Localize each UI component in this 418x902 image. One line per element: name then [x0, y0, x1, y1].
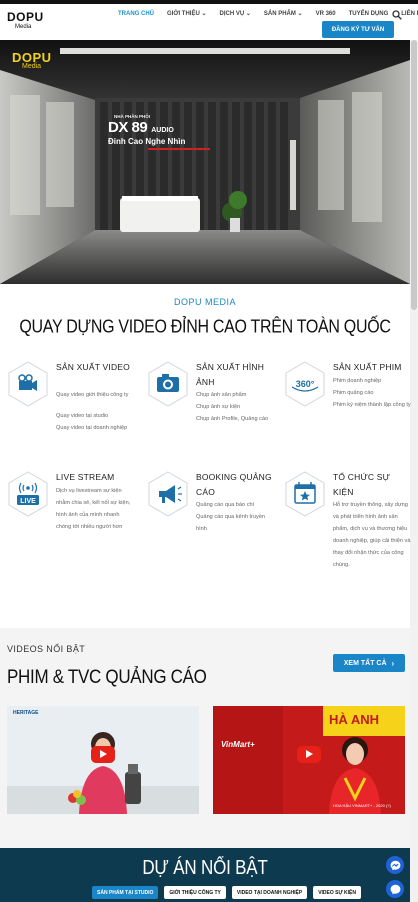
logo-main: DOPU — [7, 10, 44, 24]
nav-vr360[interactable]: VR 360 — [316, 8, 336, 22]
sign-underline — [148, 148, 210, 150]
service-event-organization[interactable]: TỔ CHỨC SỰ KIỆN Hỗ trợ truyền thông, xây… — [283, 470, 413, 590]
360-icon: 360° — [285, 361, 325, 407]
service-title: SẢN XUẤT HÌNH ẢNH — [196, 362, 265, 387]
service-desc-line: Hỗ trợ truyền thông, xây dựng và phát tr… — [333, 502, 411, 568]
service-desc-line: Chụp ảnh sản phẩm — [196, 392, 247, 398]
videos-title: PHIM & TVC QUẢNG CÁO — [7, 666, 207, 688]
svg-text:360°: 360° — [296, 379, 315, 389]
sign-brand-suffix: AUDIO — [151, 127, 174, 134]
play-button-icon[interactable] — [297, 746, 321, 763]
videos-eyebrow: VIDEOS NỔI BẬT — [7, 644, 86, 654]
play-button-icon[interactable] — [91, 746, 115, 763]
messenger-button[interactable] — [386, 856, 404, 874]
ha-anh-logo: HÀ ANH — [329, 712, 380, 727]
service-desc-line: Phim ký niệm thành lập công ty — [333, 402, 411, 408]
see-all-label: XEM TẤT CẢ — [343, 659, 387, 667]
logo-sub: Media — [15, 24, 32, 30]
service-desc-line: Quảng cáo qua kênh truyền hình — [196, 514, 266, 532]
nav-home[interactable]: TRANG CHỦ — [118, 8, 154, 22]
site-header: DOPU Media TRANG CHỦ GIỚI THIỆU ⌄ DỊCH V… — [0, 4, 418, 40]
calendar-star-icon — [285, 471, 325, 517]
hero-logo: DOPU Media — [12, 50, 52, 70]
nav-about[interactable]: GIỚI THIỆU ⌄ — [167, 8, 206, 22]
service-desc-line: Dịch vụ livestream sự kiện nhằm chia sẻ,… — [56, 488, 131, 530]
service-desc-line: Chụp ảnh sự kiện — [196, 404, 241, 410]
search-icon[interactable] — [392, 10, 402, 20]
service-ad-booking[interactable]: BOOKING QUẢNG CÁO Quảng cáo qua báo chí … — [146, 470, 276, 570]
hero-image — [0, 40, 410, 284]
service-title: TỔ CHỨC SỰ KIỆN — [333, 472, 391, 497]
service-desc-line: Phim doanh nghiệp — [333, 378, 382, 384]
service-title: LIVE STREAM — [56, 472, 115, 482]
service-title: SẢN XUẤT PHIM — [333, 362, 402, 372]
tab-event-video[interactable]: VIDEO SỰ KIỆN — [313, 886, 361, 899]
video-card-vinmart[interactable]: VinMart+ HÀ ANH HOA HẬU VINMART+ - 2020 … — [213, 706, 405, 814]
service-photo-production[interactable]: SẢN XUẤT HÌNH ẢNH Chụp ảnh sản phẩm Chụp… — [146, 360, 276, 450]
tab-enterprise-video[interactable]: VIDEO TẠI DOANH NGHIỆP — [231, 886, 308, 899]
video-camera-icon — [8, 361, 48, 407]
service-title: BOOKING QUẢNG CÁO — [196, 472, 272, 497]
service-video-production[interactable]: SẢN XUẤT VIDEO Quay video giới thiệu côn… — [6, 360, 136, 450]
service-film-production[interactable]: 360° SẢN XUẤT PHIM Phim doanh nghiệp Phi… — [283, 360, 413, 450]
live-icon: LIVE — [8, 471, 48, 517]
see-all-button[interactable]: XEM TẤT CẢ › — [333, 654, 405, 672]
hero-sign: NHÀ PHÂN PHỐI DX 89 AUDIO Đỉnh Cao Nghe … — [108, 114, 228, 150]
nav-careers[interactable]: TUYỂN DỤNG — [349, 8, 389, 22]
tab-studio-products[interactable]: SẢN PHẨM TẠI STUDIO — [92, 886, 159, 899]
projects-title: DỰ ÁN NỔI BẬT — [142, 856, 268, 879]
services-title: QUAY DỰNG VIDEO ĐỈNH CAO TRÊN TOÀN QUỐC — [19, 317, 391, 338]
main-nav: TRANG CHỦ GIỚI THIỆU ⌄ DỊCH VỤ ⌄ SẢN PHẨ… — [118, 8, 418, 22]
service-desc-line: Quay video tại doanh nghiệp — [56, 425, 128, 431]
svg-text:LIVE: LIVE — [20, 498, 36, 505]
vinmart-logo: VinMart+ — [221, 740, 255, 749]
site-logo[interactable]: DOPU Media — [7, 10, 49, 36]
service-title: SẢN XUẤT VIDEO — [56, 362, 130, 372]
nav-services[interactable]: DỊCH VỤ ⌄ — [219, 8, 250, 22]
consult-register-button[interactable]: ĐĂNG KÝ TƯ VẤN — [322, 21, 394, 38]
sign-brand: DX 89 — [108, 119, 148, 136]
chat-button[interactable] — [386, 880, 404, 898]
video-caption: HOA HẬU VINMART+ - 2020 (?) — [333, 803, 391, 808]
video-card-heritage[interactable]: HERITAGE — [7, 706, 199, 814]
heritage-logo: HERITAGE — [13, 710, 39, 716]
projects-tabs: SẢN PHẨM TẠI STUDIO GIỚI THIỆU CÔNG TY V… — [92, 886, 367, 899]
nav-products[interactable]: SẢN PHẨM ⌄ — [264, 8, 303, 22]
hero-banner: DOPU Media NHÀ PHÂN PHỐI DX 89 AUDIO Đỉn… — [0, 40, 410, 284]
service-desc-line: Phim quảng cáo — [333, 390, 374, 396]
chat-icon — [390, 884, 400, 894]
megaphone-icon — [148, 471, 188, 517]
nav-contact[interactable]: LIÊN HỆ — [401, 8, 418, 22]
messenger-icon — [390, 860, 400, 870]
service-live-stream[interactable]: LIVE LIVE STREAM Dịch vụ livestream sự k… — [6, 470, 136, 570]
scrollbar-thumb[interactable] — [411, 40, 417, 310]
service-desc-line: Quay video tại studio — [56, 413, 109, 419]
service-desc-line: Chụp ảnh Profile, Quảng cáo — [196, 416, 269, 422]
photo-camera-icon — [148, 361, 188, 407]
chevron-right-icon: › — [391, 658, 395, 668]
services-eyebrow: DOPU MEDIA — [173, 297, 236, 307]
service-desc-line: Quảng cáo qua báo chí — [196, 502, 255, 508]
tab-company-intro[interactable]: GIỚI THIỆU CÔNG TY — [164, 886, 226, 899]
service-desc-line: Quay video giới thiệu công ty — [56, 392, 129, 398]
sign-tagline: Đỉnh Cao Nghe Nhìn — [108, 137, 186, 146]
